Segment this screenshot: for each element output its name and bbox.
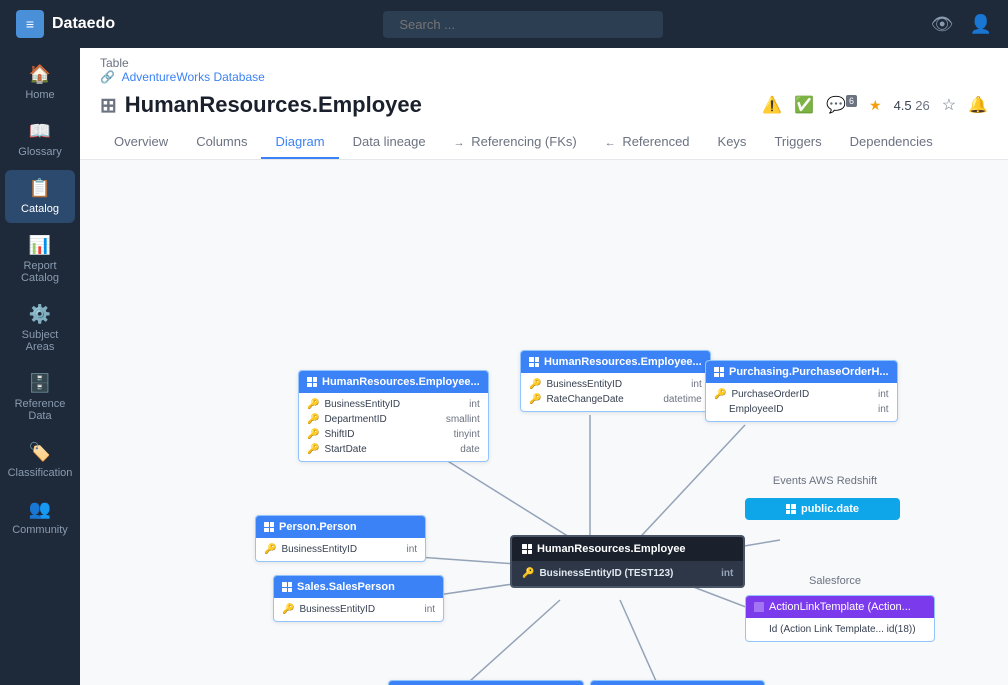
node-person[interactable]: Person.Person 🔑BusinessEntityIDint (255, 515, 426, 562)
node-purchase-order[interactable]: Purchasing.PurchaseOrderH... 🔑PurchaseOr… (705, 360, 898, 422)
bell-icon[interactable]: 🔔 (968, 95, 988, 115)
tabs-bar: Overview Columns Diagram Data lineage → … (80, 126, 1008, 160)
node-employee-pay-history[interactable]: HumanResources.Employee... 🔑BusinessEnti… (520, 350, 711, 412)
search-input[interactable] (383, 11, 663, 38)
sidebar-label-catalog: Catalog (21, 203, 59, 215)
search-bar (116, 11, 931, 38)
tab-referencing[interactable]: → Referencing (FKs) (440, 126, 591, 159)
report-catalog-icon: 📊 (29, 235, 51, 256)
sidebar-label-subject-areas: Subject Areas (9, 329, 71, 353)
main-layout: 🏠 Home 📖 Glossary 📋 Catalog 📊 Report Cat… (0, 48, 1008, 685)
tab-dependencies[interactable]: Dependencies (836, 126, 947, 159)
node-person-header: Person.Person (256, 516, 425, 538)
node-employee-pay-history-header: HumanResources.Employee... (521, 351, 710, 373)
sidebar-item-subject-areas[interactable]: ⚙️ Subject Areas (5, 296, 75, 361)
sidebar-label-classification: Classification (8, 467, 73, 479)
sidebar-label-report-catalog: Report Catalog (9, 260, 71, 284)
subject-areas-icon: ⚙️ (29, 304, 51, 325)
sidebar-item-community[interactable]: 👥 Community (5, 491, 75, 544)
node-job-candidate-header: HumanResources.JobCandid... (389, 681, 583, 685)
glossary-icon: 📖 (29, 121, 51, 142)
breadcrumb-link[interactable]: AdventureWorks Database (122, 70, 265, 84)
tab-referenced[interactable]: ← Referenced (591, 126, 704, 159)
breadcrumb: Table 🔗 AdventureWorks Database (80, 48, 1008, 84)
logo-icon: ≡ (16, 10, 44, 38)
central-node[interactable]: HumanResources.Employee 🔑BusinessEntityI… (510, 535, 745, 588)
app-logo[interactable]: ≡ Dataedo (16, 10, 116, 38)
header-actions: ⚠️ ✅ 💬6 ★ 4.5 26 ☆ 🔔 (762, 95, 988, 115)
tab-triggers[interactable]: Triggers (760, 126, 835, 159)
central-node-header: HumanResources.Employee (512, 537, 743, 561)
breadcrumb-icon: 🔗 (100, 70, 115, 84)
rating-value: 4.5 26 (894, 98, 930, 113)
comment-icon[interactable]: 💬6 (826, 95, 857, 115)
page-title: HumanResources.Employee (125, 92, 422, 118)
nav-icons: 👁 👤 (931, 14, 992, 35)
node-action-link[interactable]: ActionLinkTemplate (Action... Id (Action… (745, 595, 935, 642)
sidebar-item-report-catalog[interactable]: 📊 Report Catalog (5, 227, 75, 292)
node-sales-person[interactable]: Sales.SalesPerson 🔑BusinessEntityIDint (273, 575, 444, 622)
comment-count: 6 (846, 95, 857, 107)
top-navigation: ≡ Dataedo 👁 👤 (0, 0, 1008, 48)
page-header: ⊞ HumanResources.Employee ⚠️ ✅ 💬6 ★ 4.5 … (80, 84, 1008, 118)
content-area: Table 🔗 AdventureWorks Database ⊞ HumanR… (80, 48, 1008, 685)
sidebar: 🏠 Home 📖 Glossary 📋 Catalog 📊 Report Cat… (0, 48, 80, 685)
page-title-container: ⊞ HumanResources.Employee (100, 92, 422, 118)
user-icon[interactable]: 👤 (970, 14, 992, 35)
cloud-label-redshift: Events AWS Redshift (745, 475, 905, 487)
sidebar-item-reference-data[interactable]: 🗄️ Reference Data (5, 365, 75, 430)
warning-icon[interactable]: ⚠️ (762, 95, 782, 115)
classification-icon: 🏷️ (29, 442, 51, 463)
node-action-link-header: ActionLinkTemplate (Action... (746, 596, 934, 618)
sidebar-label-community: Community (12, 524, 68, 536)
community-icon: 👥 (29, 499, 51, 520)
catalog-icon: 📋 (29, 178, 51, 199)
node-employee-dept-header: HumanResources.Employee... (299, 371, 488, 393)
tab-data-lineage[interactable]: Data lineage (339, 126, 440, 159)
table-icon: ⊞ (100, 93, 117, 118)
sidebar-label-glossary: Glossary (18, 146, 61, 158)
sidebar-item-classification[interactable]: 🏷️ Classification (5, 434, 75, 487)
tab-diagram[interactable]: Diagram (261, 126, 338, 159)
check-icon[interactable]: ✅ (794, 95, 814, 115)
node-employee-dept[interactable]: HumanResources.Employee... 🔑BusinessEnti… (298, 370, 489, 462)
public-date-label: public.date (801, 503, 859, 515)
star-icon: ★ (869, 97, 882, 114)
node-public-date[interactable]: public.date (745, 498, 900, 520)
node-purchase-order-header: Purchasing.PurchaseOrderH... (706, 361, 897, 383)
node-production-document[interactable]: Production.Document 🔑DocumentNodehierarc… (590, 680, 765, 685)
sidebar-item-glossary[interactable]: 📖 Glossary (5, 113, 75, 166)
cloud-label-salesforce: Salesforce (745, 575, 925, 587)
sidebar-item-catalog[interactable]: 📋 Catalog (5, 170, 75, 223)
sidebar-item-home[interactable]: 🏠 Home (5, 56, 75, 109)
node-sales-person-header: Sales.SalesPerson (274, 576, 443, 598)
preview-icon[interactable]: 👁 (931, 14, 954, 35)
sidebar-label-home: Home (25, 89, 54, 101)
app-name: Dataedo (52, 15, 115, 33)
breadcrumb-type: Table (100, 56, 129, 70)
diagram-area: HumanResources.Employee... 🔑BusinessEnti… (80, 160, 1008, 685)
node-job-candidate[interactable]: HumanResources.JobCandid... 🔑JobCandidat… (388, 680, 584, 685)
node-production-document-header: Production.Document (591, 681, 764, 685)
reference-data-icon: 🗄️ (29, 373, 51, 394)
star-outline-icon[interactable]: ☆ (942, 95, 956, 115)
tab-keys[interactable]: Keys (704, 126, 761, 159)
sidebar-label-reference-data: Reference Data (9, 398, 71, 422)
tab-overview[interactable]: Overview (100, 126, 182, 159)
home-icon: 🏠 (29, 64, 51, 85)
tab-columns[interactable]: Columns (182, 126, 261, 159)
